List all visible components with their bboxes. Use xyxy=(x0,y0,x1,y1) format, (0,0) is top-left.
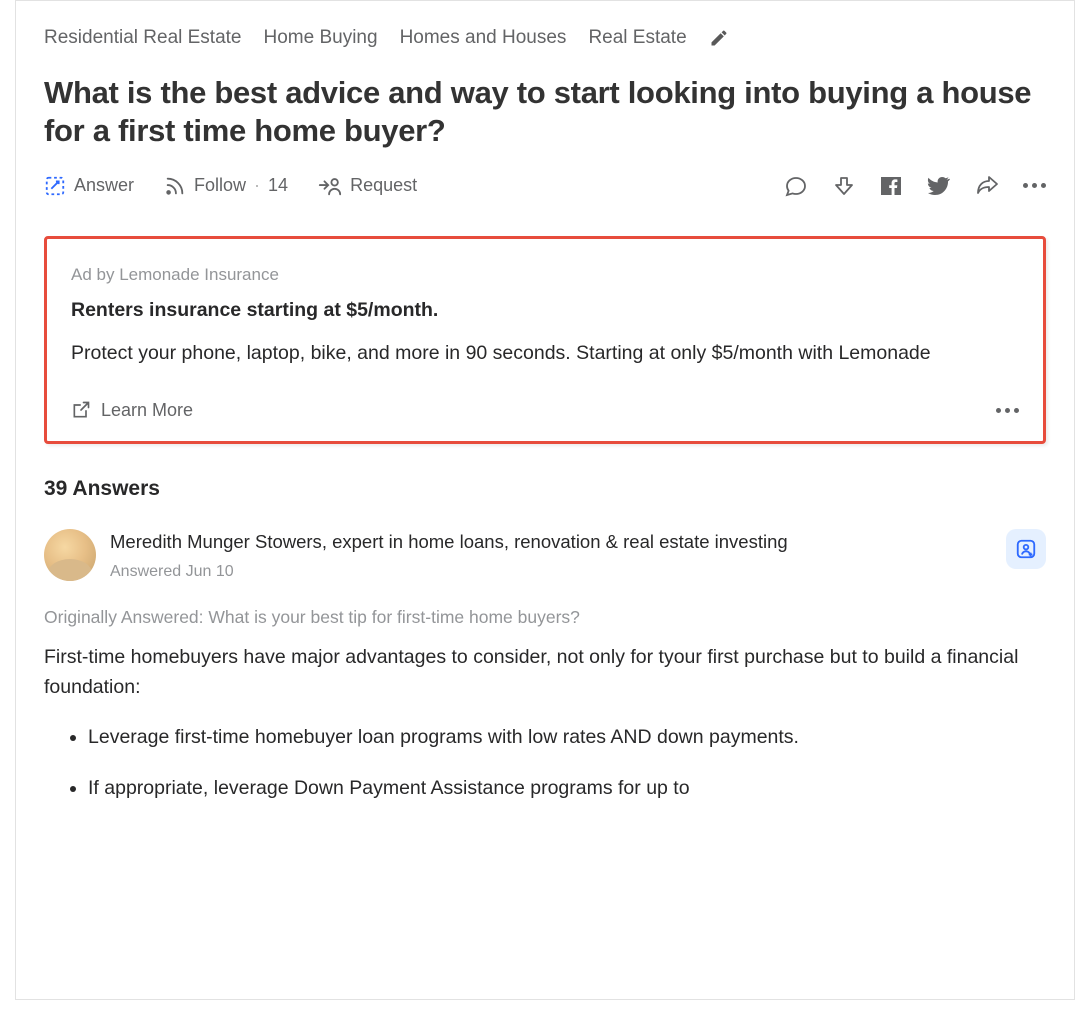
share-icon[interactable] xyxy=(973,174,1001,198)
downvote-icon[interactable] xyxy=(831,174,857,198)
ad-sponsor-label: Ad by Lemonade Insurance xyxy=(71,263,1019,287)
answer-bullet-list: Leverage first-time homebuyer loan progr… xyxy=(88,722,1046,822)
comment-icon[interactable] xyxy=(783,174,809,198)
answer-paragraph: First-time homebuyers have major advanta… xyxy=(44,642,1046,702)
rss-icon xyxy=(164,175,186,197)
follow-button-label: Follow xyxy=(194,173,246,198)
compose-icon xyxy=(44,175,66,197)
request-icon xyxy=(318,175,342,197)
request-button-label: Request xyxy=(350,173,417,198)
external-link-icon xyxy=(71,400,91,420)
topic-link-3[interactable]: Real Estate xyxy=(588,25,686,52)
topic-link-2[interactable]: Homes and Houses xyxy=(400,25,567,52)
topic-link-1[interactable]: Home Buying xyxy=(264,25,378,52)
ad-body: Protect your phone, laptop, bike, and mo… xyxy=(71,338,1019,369)
question-title: What is the best advice and way to start… xyxy=(44,74,1046,152)
answers-count-heading: 39 Answers xyxy=(44,474,1046,503)
author-credential: , expert in home loans, renovation & rea… xyxy=(322,531,788,552)
question-page: Residential Real Estate Home Buying Home… xyxy=(15,0,1075,1000)
separator-dot: · xyxy=(254,173,260,198)
ad-card: Ad by Lemonade Insurance Renters insuran… xyxy=(44,236,1046,443)
follow-count: 14 xyxy=(268,173,288,198)
list-item: Leverage first-time homebuyer loan progr… xyxy=(88,722,1046,752)
twitter-icon[interactable] xyxy=(925,174,951,198)
answer-button[interactable]: Answer xyxy=(44,173,134,198)
ad-cta-label: Learn More xyxy=(101,398,193,423)
topic-link-0[interactable]: Residential Real Estate xyxy=(44,25,242,52)
topic-row: Residential Real Estate Home Buying Home… xyxy=(44,25,1046,52)
author-line: Meredith Munger Stowers, expert in home … xyxy=(110,529,992,555)
ad-learn-more-button[interactable]: Learn More xyxy=(71,398,193,423)
profile-follow-badge-icon[interactable] xyxy=(1006,529,1046,569)
ad-more-icon[interactable] xyxy=(996,408,1019,413)
list-item: If appropriate, leverage Down Payment As… xyxy=(88,773,1046,803)
ad-headline[interactable]: Renters insurance starting at $5/month. xyxy=(71,297,1019,324)
answered-date[interactable]: Answered Jun 10 xyxy=(110,561,992,583)
answer-item: Meredith Munger Stowers, expert in home … xyxy=(44,529,1046,823)
author-name[interactable]: Meredith Munger Stowers xyxy=(110,531,322,552)
pencil-icon[interactable] xyxy=(709,28,729,48)
follow-button[interactable]: Follow · 14 xyxy=(164,173,288,198)
originally-answered[interactable]: Originally Answered: What is your best t… xyxy=(44,605,1046,630)
facebook-icon[interactable] xyxy=(879,174,903,198)
answer-button-label: Answer xyxy=(74,173,134,198)
question-actions: Answer Follow · 14 Request xyxy=(44,173,1046,198)
more-icon[interactable] xyxy=(1023,183,1046,188)
request-button[interactable]: Request xyxy=(318,173,417,198)
avatar[interactable] xyxy=(44,529,96,581)
